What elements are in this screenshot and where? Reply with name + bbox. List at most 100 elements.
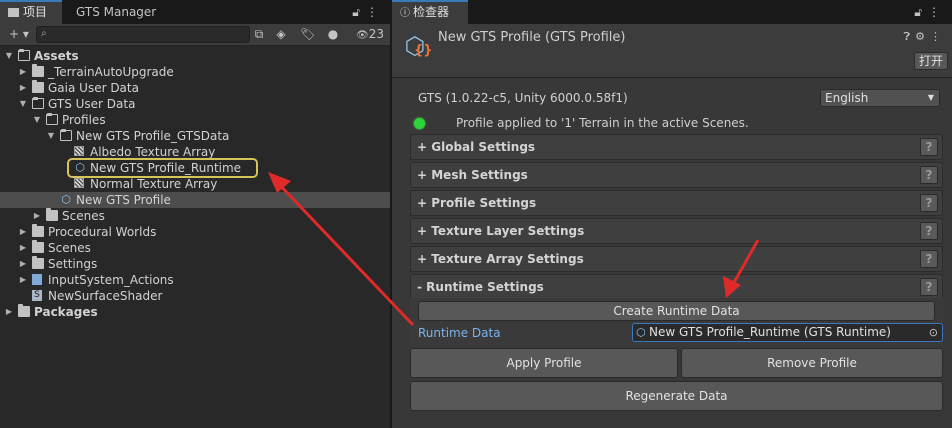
section-help-button[interactable]: ?	[920, 138, 938, 156]
tree-item-label: Procedural Worlds	[48, 225, 157, 239]
settings-section-header[interactable]: - Runtime Settings?	[410, 274, 943, 300]
tree-item[interactable]: ▼ Assets	[0, 48, 390, 64]
expand-arrow-icon[interactable]: ▶	[18, 256, 28, 272]
hidden-packages-toggle[interactable]: 👁︎23	[352, 26, 388, 43]
collapse-arrow-icon[interactable]: ▼	[18, 96, 28, 112]
expand-arrow-icon[interactable]: ▶	[4, 304, 14, 320]
favorites-icon[interactable]: ●	[326, 26, 340, 43]
folder-icon	[18, 304, 30, 317]
section-help-button[interactable]: ?	[920, 250, 938, 268]
remove-profile-button[interactable]: Remove Profile	[681, 348, 943, 378]
collapse-arrow-icon[interactable]: ▼	[32, 112, 42, 128]
settings-section-header[interactable]: + Global Settings?	[410, 134, 943, 160]
inspector-header: ⬡{} New GTS Profile (GTS Profile) ❓︎⚙⋮ 打…	[392, 24, 952, 78]
filter-by-label-icon[interactable]: 🏷︎	[300, 26, 315, 43]
apply-profile-button[interactable]: Apply Profile	[410, 348, 678, 378]
eye-icon: 👁︎	[356, 30, 369, 41]
info-icon: ⓘ	[400, 8, 410, 19]
add-asset-button[interactable]: + ▾	[6, 26, 32, 43]
expand-arrow-icon[interactable]: ▶	[18, 240, 28, 256]
section-title: + Global Settings	[417, 140, 536, 154]
gts-profile-icon: ⬡	[61, 193, 71, 206]
status-indicator-icon	[414, 118, 425, 129]
tree-item[interactable]: ▶ Settings	[0, 256, 390, 272]
tree-item[interactable]: ▶ Packages	[0, 304, 390, 320]
folder-icon	[32, 224, 44, 237]
scene-search-icon[interactable]: ⧉	[252, 26, 266, 43]
help-icon[interactable]: ❓︎	[904, 30, 916, 43]
regenerate-data-button[interactable]: Regenerate Data	[410, 381, 943, 411]
section-help-button[interactable]: ?	[920, 166, 938, 184]
section-title: + Profile Settings	[417, 196, 537, 210]
section-title: + Texture Array Settings	[417, 252, 584, 266]
open-button[interactable]: 打开	[914, 52, 948, 70]
header-controls: ❓︎⚙⋮	[904, 30, 947, 44]
create-runtime-data-button[interactable]: Create Runtime Data	[418, 301, 935, 321]
tree-item-label: Assets	[34, 49, 79, 63]
project-tabbar: 项目 GTS Manager 🔓︎⋮	[0, 0, 390, 24]
tree-item[interactable]: ▼ Profiles	[0, 112, 390, 128]
tree-item-label: Packages	[34, 305, 98, 319]
folder-open-icon	[60, 129, 72, 141]
collapse-arrow-icon[interactable]: ▼	[46, 128, 56, 144]
tree-item-label: Settings	[48, 257, 98, 271]
filter-by-type-icon[interactable]: ◈	[274, 26, 288, 43]
tree-item[interactable]: ⬡ New GTS Profile	[0, 192, 390, 208]
settings-section-header[interactable]: + Texture Layer Settings?	[410, 218, 943, 244]
kebab-menu-icon[interactable]: ⋮	[930, 30, 946, 43]
tree-item[interactable]: ▶ _TerrainAutoUpgrade	[0, 64, 390, 80]
tree-item[interactable]: ▶ Scenes	[0, 208, 390, 224]
expand-arrow-icon[interactable]: ▶	[32, 208, 42, 224]
collapse-arrow-icon[interactable]: ▼	[4, 48, 14, 64]
section-help-button[interactable]: ?	[920, 222, 938, 240]
settings-section-header[interactable]: + Profile Settings?	[410, 190, 943, 216]
tree-item[interactable]: ▼ GTS User Data	[0, 96, 390, 112]
folder-icon	[8, 8, 19, 17]
gts-runtime-icon: ⬡	[636, 326, 646, 339]
tree-item-label: New GTS Profile	[76, 193, 171, 207]
tree-item[interactable]: S NewSurfaceShader	[0, 288, 390, 304]
section-help-button[interactable]: ?	[920, 194, 938, 212]
expand-arrow-icon[interactable]: ▶	[18, 64, 28, 80]
texture-array-icon	[74, 178, 84, 188]
tab-inspector[interactable]: ⓘ 检查器	[392, 0, 468, 24]
section-title: + Mesh Settings	[417, 168, 528, 182]
folder-icon	[32, 80, 44, 93]
runtime-data-label: Runtime Data	[418, 326, 501, 340]
folder-open-icon	[32, 97, 44, 109]
tree-item[interactable]: ▶ Procedural Worlds	[0, 224, 390, 240]
tree-item[interactable]: Normal Texture Array	[0, 176, 390, 192]
tree-item-label: Gaia User Data	[48, 81, 139, 95]
tree-item[interactable]: ▶ Gaia User Data	[0, 80, 390, 96]
tree-item[interactable]: ⬡ New GTS Profile_Runtime	[0, 158, 390, 178]
tree-item-label: Scenes	[48, 241, 91, 255]
presets-icon[interactable]: ⚙	[915, 30, 930, 43]
tree-item-label: NewSurfaceShader	[48, 289, 163, 303]
language-dropdown[interactable]: English ▼	[820, 89, 940, 107]
expand-arrow-icon[interactable]: ▶	[18, 224, 28, 240]
inspector-panel: ⓘ 检查器 🔓︎⋮ ⬡{} New GTS Profile (GTS Profil…	[392, 0, 952, 428]
inspector-tabbar: ⓘ 检查器 🔓︎⋮	[392, 0, 952, 24]
expand-arrow-icon[interactable]: ▶	[18, 272, 28, 288]
search-input[interactable]: ⌕	[36, 26, 250, 43]
kebab-menu-icon[interactable]: ⋮	[928, 5, 946, 19]
object-picker-icon[interactable]: ⊙	[929, 324, 938, 341]
tree-item[interactable]: ▼ New GTS Profile_GTSData	[0, 128, 390, 144]
expand-arrow-icon[interactable]: ▶	[18, 80, 28, 96]
settings-section-header[interactable]: + Texture Array Settings?	[410, 246, 943, 272]
tab-gts-manager-label: GTS Manager	[76, 5, 157, 19]
tab-project[interactable]: 项目	[0, 0, 62, 24]
lock-icon[interactable]: 🔓︎	[352, 5, 366, 19]
lock-icon[interactable]: 🔓︎	[914, 5, 928, 19]
tree-item[interactable]: ▶ InputSystem_Actions	[0, 272, 390, 288]
section-help-button[interactable]: ?	[920, 278, 938, 296]
settings-section-header[interactable]: + Mesh Settings?	[410, 162, 943, 188]
texture-array-icon	[74, 146, 84, 156]
runtime-data-field[interactable]: ⬡ New GTS Profile_Runtime (GTS Runtime) …	[632, 323, 943, 342]
kebab-menu-icon[interactable]: ⋮	[366, 5, 384, 19]
tab-gts-manager[interactable]: GTS Manager	[68, 0, 164, 24]
gts-version-label: GTS (1.0.22-c5, Unity 6000.0.58f1)	[418, 91, 628, 105]
inspector-title: New GTS Profile (GTS Profile)	[438, 30, 626, 45]
tree-item-label: Normal Texture Array	[90, 177, 218, 191]
tree-item[interactable]: ▶ Scenes	[0, 240, 390, 256]
